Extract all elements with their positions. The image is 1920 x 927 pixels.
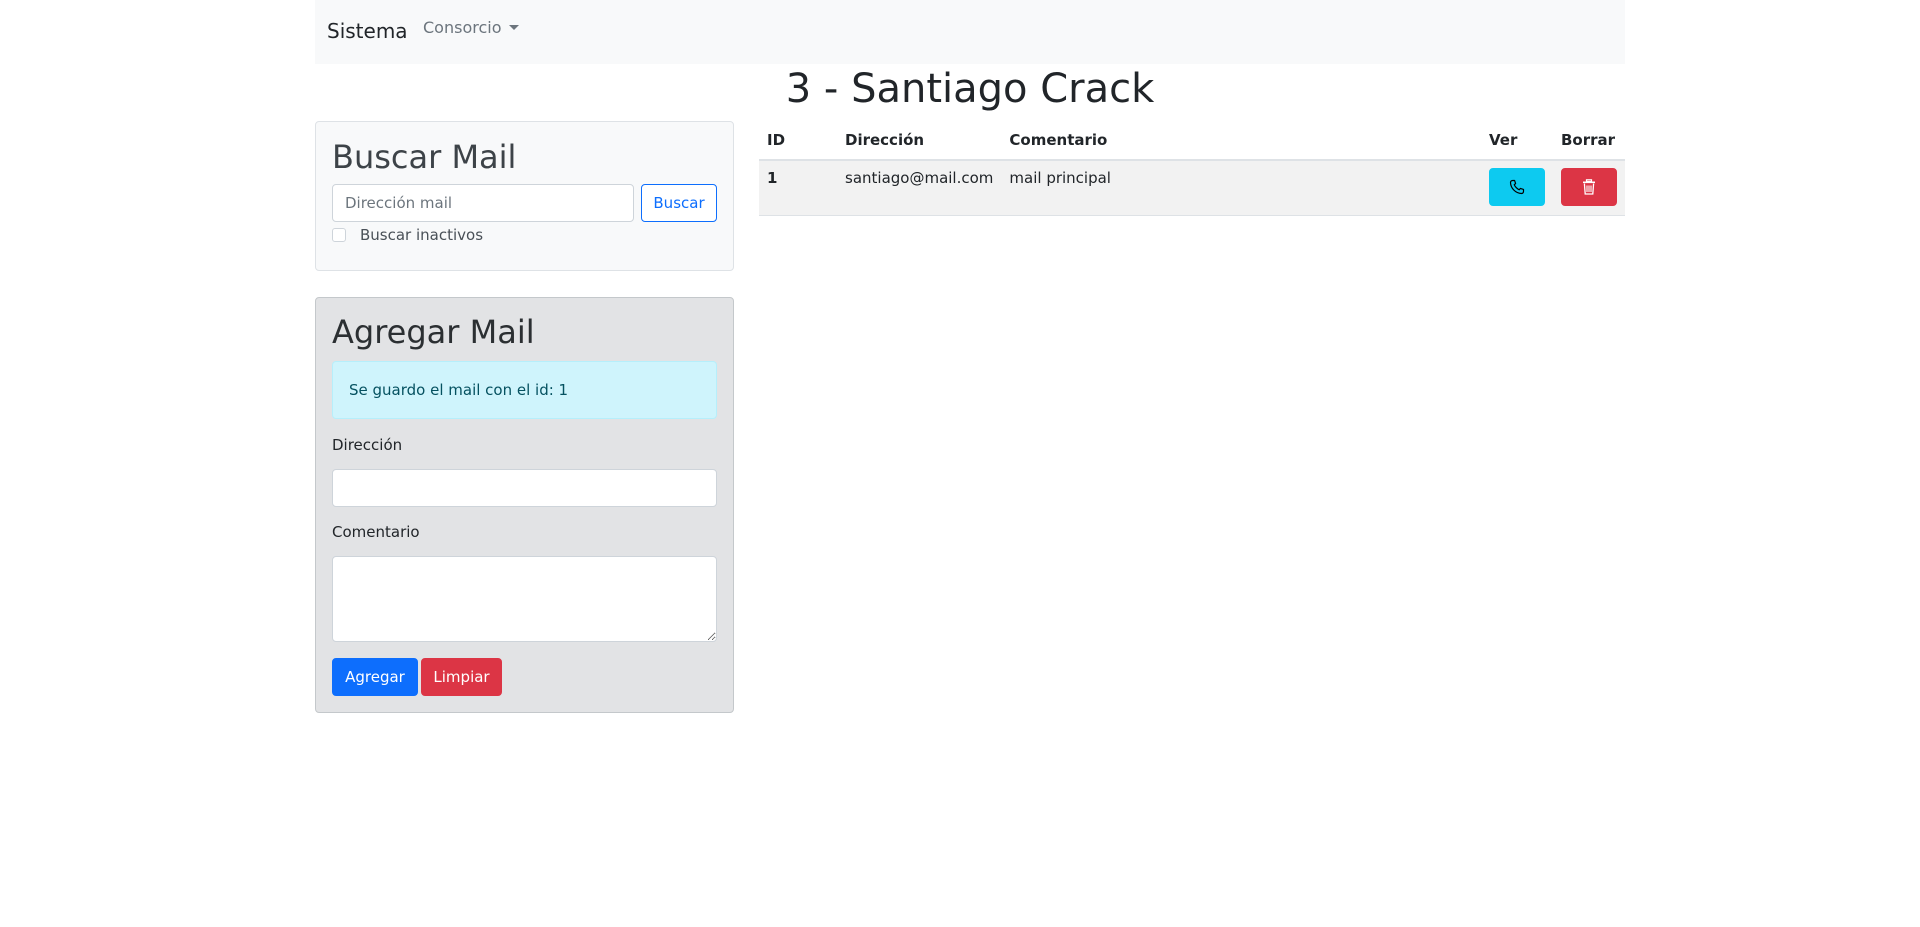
column-header-id: ID <box>759 121 837 161</box>
navbar: Sistema Consorcio <box>315 0 1625 64</box>
page-title: 3 - Santiago Crack <box>785 66 1155 112</box>
search-inactive-checkbox[interactable] <box>332 228 346 242</box>
inactive-checkbox-row: Buscar inactivos <box>332 226 483 244</box>
add-mail-card: Agregar Mail Se guardo el mail con el id… <box>315 297 734 713</box>
column-header-ver: Ver <box>1481 121 1553 161</box>
success-alert: Se guardo el mail con el id: 1 <box>332 361 717 419</box>
mail-table-wrapper: ID Dirección Comentario Ver Borrar 1 san… <box>759 121 1625 216</box>
column-header-comentario: Comentario <box>1001 121 1481 161</box>
search-mail-card: Buscar Mail Buscar Buscar inactivos <box>315 121 734 271</box>
limpiar-button[interactable]: Limpiar <box>421 658 502 696</box>
cell-id: 1 <box>759 160 837 216</box>
phone-icon <box>1509 179 1525 195</box>
table-row: 1 santiago@mail.com mail principal <box>759 160 1625 216</box>
agregar-button[interactable]: Agregar <box>332 658 418 696</box>
cell-ver <box>1481 160 1553 216</box>
comentario-label: Comentario <box>332 523 420 541</box>
search-card-title: Buscar Mail <box>332 138 517 176</box>
cell-borrar <box>1553 160 1625 216</box>
caret-down-icon <box>509 25 520 30</box>
borrar-button[interactable] <box>1561 168 1617 206</box>
search-mail-input[interactable] <box>332 184 634 222</box>
mail-table: ID Dirección Comentario Ver Borrar 1 san… <box>759 121 1625 216</box>
consorcio-dropdown-label: Consorcio <box>423 18 502 37</box>
add-card-title: Agregar Mail <box>332 313 535 351</box>
navbar-brand[interactable]: Sistema <box>327 19 408 43</box>
cell-direccion: santiago@mail.com <box>837 160 1002 216</box>
comentario-textarea[interactable] <box>332 556 717 642</box>
trash-icon <box>1583 179 1595 195</box>
table-header-row: ID Dirección Comentario Ver Borrar <box>759 121 1625 161</box>
column-header-direccion: Dirección <box>837 121 1002 161</box>
direccion-input[interactable] <box>332 469 717 507</box>
consorcio-dropdown[interactable]: Consorcio <box>423 18 520 37</box>
search-button[interactable]: Buscar <box>641 184 717 222</box>
cell-comentario: mail principal <box>1001 160 1481 216</box>
search-inactive-label: Buscar inactivos <box>360 226 484 244</box>
column-header-borrar: Borrar <box>1553 121 1625 161</box>
ver-button[interactable] <box>1489 168 1545 206</box>
direccion-label: Dirección <box>332 436 403 454</box>
